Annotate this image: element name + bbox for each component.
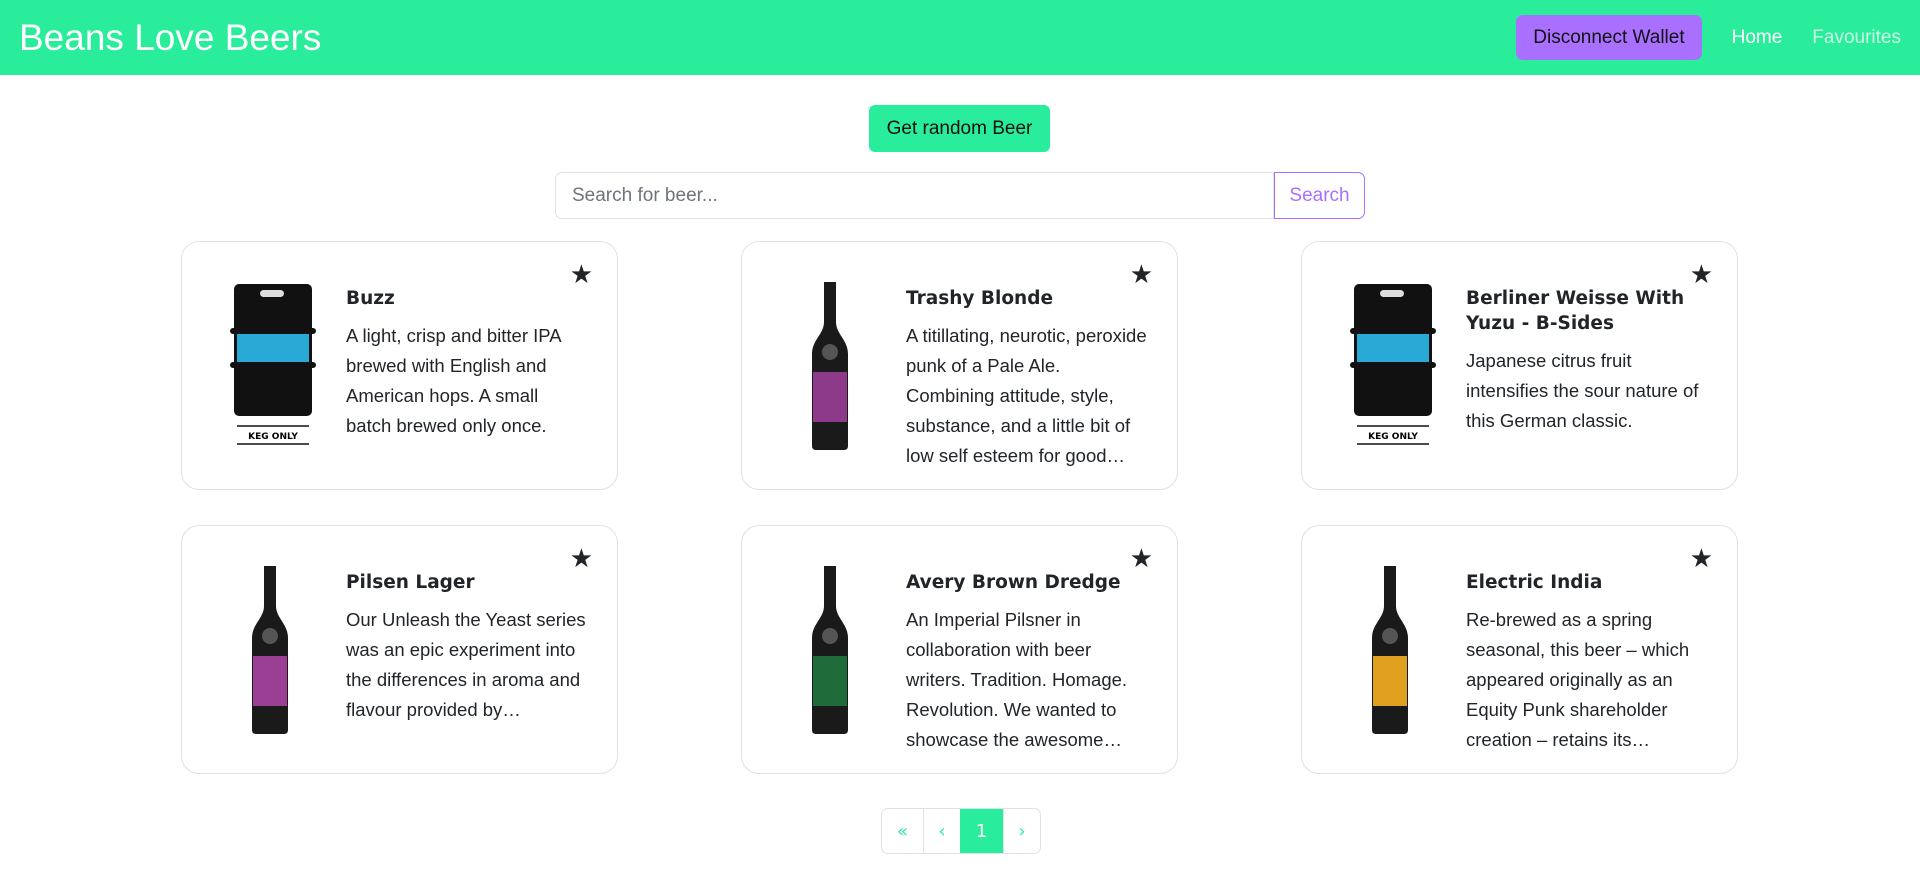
search-button[interactable]: Search (1274, 172, 1365, 219)
beer-card[interactable]: ★ Electric India Re-brewed as a spring s… (1301, 525, 1738, 774)
nav-favourites-link[interactable]: Favourites (1812, 27, 1901, 49)
beer-name: Berliner Weisse With Yuzu - B-Sides (1466, 288, 1685, 334)
beer-image (1340, 564, 1440, 736)
search-bar: Search (555, 172, 1365, 219)
beer-image: KEG ONLY (220, 280, 320, 452)
beer-card[interactable]: ★ Avery Brown Dredge An Imperial Pilsner… (741, 525, 1178, 774)
svg-text:KEG ONLY: KEG ONLY (1368, 432, 1418, 442)
beer-image (780, 564, 880, 736)
beer-description: A titillating, neurotic, peroxide punk o… (906, 325, 1147, 466)
nav-home-link[interactable]: Home (1732, 27, 1783, 49)
brand-title[interactable]: Beans Love Beers (19, 17, 1516, 59)
svg-text:KEG ONLY: KEG ONLY (248, 432, 298, 442)
beer-name: Pilsen Lager (346, 572, 475, 593)
beer-name: Buzz (346, 288, 395, 309)
page-1-button[interactable]: 1 (960, 809, 1003, 853)
beer-name: Electric India (1466, 572, 1603, 593)
beer-name: Trashy Blonde (906, 288, 1053, 309)
beer-image: KEG ONLY (1340, 280, 1440, 452)
beer-image (220, 564, 320, 736)
beer-card[interactable]: KEG ONLY ★ Buzz A light, crisp and bitte… (181, 241, 618, 490)
navbar: Beans Love Beers Disconnect Wallet Home … (0, 0, 1920, 75)
disconnect-wallet-button[interactable]: Disconnect Wallet (1516, 15, 1702, 60)
beer-card[interactable]: KEG ONLY ★ Berliner Weisse With Yuzu - B… (1301, 241, 1738, 490)
beer-description: An Imperial Pilsner in collaboration wit… (906, 609, 1128, 750)
beer-description: Re-brewed as a spring seasonal, this bee… (1466, 609, 1690, 750)
beer-description: Japanese citrus fruit intensifies the so… (1466, 350, 1699, 431)
pagination: « ‹ 1 › (881, 808, 1041, 854)
first-page-button[interactable]: « (882, 809, 923, 853)
beer-name: Avery Brown Dredge (906, 572, 1121, 593)
next-page-button[interactable]: › (1003, 809, 1040, 853)
beer-image (780, 280, 880, 452)
beer-description: Our Unleash the Yeast series was an epic… (346, 609, 586, 720)
random-beer-button[interactable]: Get random Beer (869, 105, 1050, 152)
beer-description: A light, crisp and bitter IPA brewed wit… (346, 325, 561, 436)
prev-page-button[interactable]: ‹ (923, 809, 960, 853)
search-input[interactable] (555, 172, 1274, 219)
beer-card[interactable]: ★ Pilsen Lager Our Unleash the Yeast ser… (181, 525, 618, 774)
beer-card[interactable]: ★ Trashy Blonde A titillating, neurotic,… (741, 241, 1178, 490)
